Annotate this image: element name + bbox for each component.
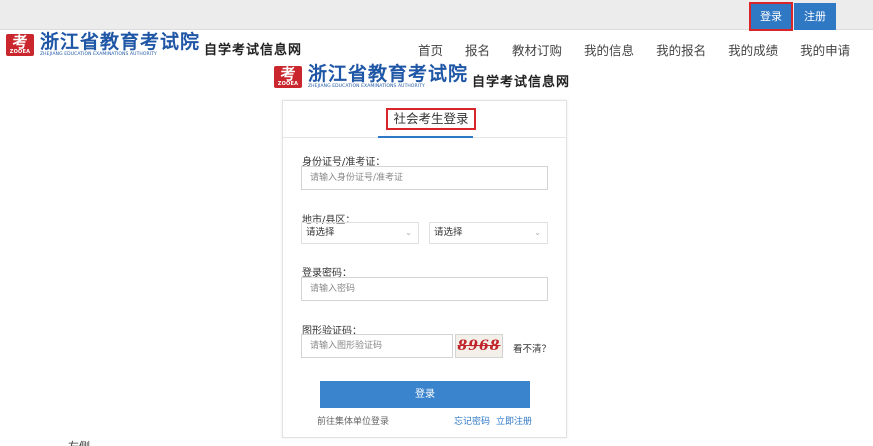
form-brand-name-en: ZHEJIANG EDUCATION EXAMINATIONS AUTHORIT…	[308, 84, 425, 89]
nav-item-my-registration[interactable]: 我的报名	[656, 40, 706, 59]
county-select[interactable]: 请选择 ⌄	[429, 222, 548, 244]
form-logo: 考 ZOOEA 浙江省教育考试院 ZHEJIANG EDUCATION EXAM…	[274, 64, 570, 90]
form-brand-name-cn: 浙江省教育考试院	[308, 63, 469, 85]
login-card: 社会考生登录 身份证号/准考证： 请输入身份证号/准考证 地市/县区： 请选择 …	[282, 100, 567, 438]
logo-badge-sub: ZOOEA	[9, 49, 31, 55]
brand-name-cn: 浙江省教育考试院	[40, 31, 201, 53]
chevron-down-icon: ⌄	[534, 228, 541, 237]
nav-item-my-info[interactable]: 我的信息	[584, 40, 634, 59]
captcha-refresh-link[interactable]: 看不清？	[513, 341, 551, 355]
nav-item-textbooks[interactable]: 教材订购	[512, 40, 562, 59]
nav-item-home[interactable]: 首页	[418, 40, 443, 59]
captcha-input[interactable]: 请输入图形验证码	[301, 334, 453, 358]
form-site-name: 自学考试信息网	[472, 74, 571, 90]
brand-text: 浙江省教育考试院 ZHEJIANG EDUCATION EXAMINATIONS…	[40, 32, 200, 58]
register-now-link[interactable]: 立即注册	[496, 414, 532, 427]
site-name: 自学考试信息网	[204, 42, 303, 58]
top-login-button[interactable]: 登录	[749, 2, 793, 31]
county-select-value: 请选择	[434, 227, 463, 238]
login-tab-row: 社会考生登录	[283, 101, 566, 138]
id-input[interactable]: 请输入身份证号/准考证	[301, 166, 548, 190]
nav-item-register[interactable]: 报名	[465, 40, 490, 59]
tab-social-candidate-login[interactable]: 社会考生登录	[386, 108, 476, 130]
brand-name-en: ZHEJIANG EDUCATION EXAMINATIONS AUTHORIT…	[40, 52, 157, 57]
captcha-image[interactable]: 8968	[455, 334, 503, 358]
nav-item-my-scores[interactable]: 我的成绩	[728, 40, 778, 59]
login-submit-button[interactable]: 登录	[320, 381, 530, 408]
logo-badge-icon: 考 ZOOEA	[6, 34, 34, 56]
city-select-value: 请选择	[306, 227, 335, 238]
nav-item-my-applications[interactable]: 我的申请	[800, 40, 850, 59]
stray-text: 左侧	[68, 438, 90, 446]
form-logo-badge-sub: ZOOEA	[277, 81, 299, 87]
top-register-button[interactable]: 注册	[794, 3, 836, 30]
site-logo[interactable]: 考 ZOOEA 浙江省教育考试院 ZHEJIANG EDUCATION EXAM…	[6, 32, 302, 58]
password-input[interactable]: 请输入密码	[301, 277, 548, 301]
chevron-down-icon: ⌄	[405, 228, 412, 237]
main-nav: 首页 报名 教材订购 我的信息 我的报名 我的成绩 我的申请	[418, 40, 872, 59]
city-select[interactable]: 请选择 ⌄	[301, 222, 419, 244]
forgot-password-link[interactable]: 忘记密码	[454, 414, 490, 427]
tab-underline	[378, 136, 473, 138]
top-bar: 登录 注册	[0, 0, 873, 31]
form-brand-text: 浙江省教育考试院 ZHEJIANG EDUCATION EXAMINATIONS…	[308, 64, 468, 90]
group-login-link[interactable]: 前往集体单位登录	[317, 414, 389, 427]
form-logo-badge-icon: 考 ZOOEA	[274, 66, 302, 88]
